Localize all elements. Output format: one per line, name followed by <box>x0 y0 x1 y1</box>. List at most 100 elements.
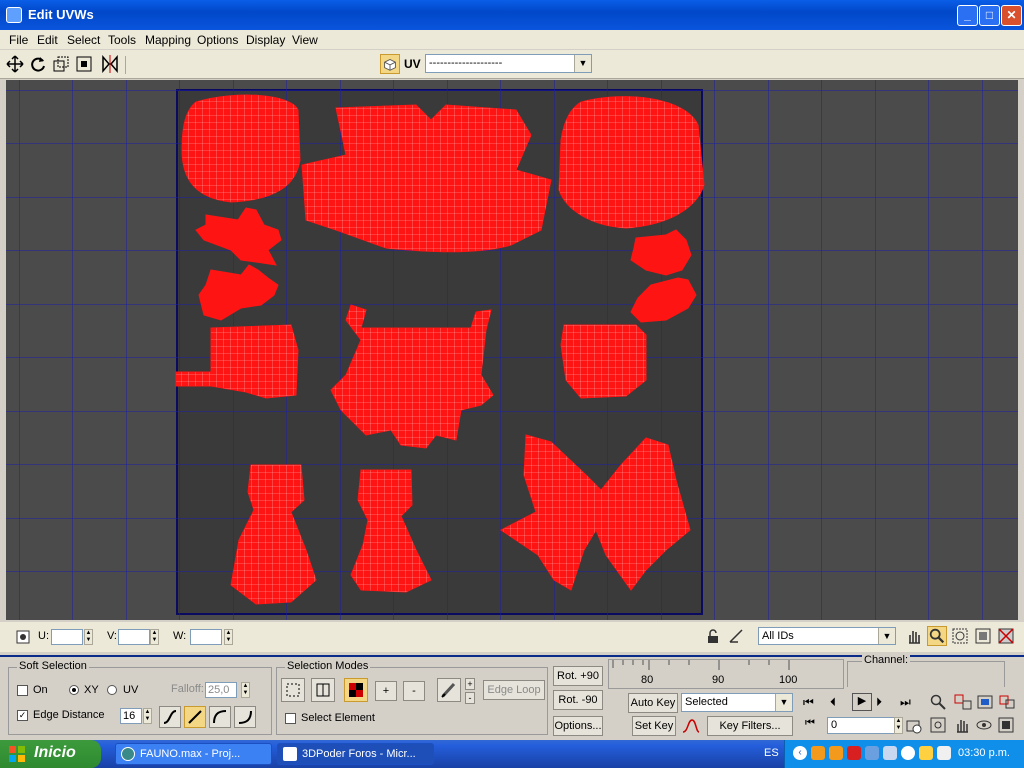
shrink-selection-button[interactable]: - <box>403 681 425 701</box>
task-3dpoder-foros[interactable]: 3DPoder Foros - Micr... <box>277 743 434 765</box>
soft-selection-on-checkbox[interactable] <box>17 685 28 696</box>
minimize-button[interactable]: _ <box>957 5 978 26</box>
grow-selection-button[interactable]: + <box>375 681 397 701</box>
u-input[interactable] <box>51 629 83 645</box>
timeline-ruler[interactable]: 80 90 100 <box>608 659 844 689</box>
lock-icon[interactable] <box>705 628 721 644</box>
zoom-viewport-icon[interactable] <box>930 694 946 710</box>
zoom-region-viewport-icon[interactable] <box>930 717 946 733</box>
brush-size-plus[interactable]: + <box>465 678 475 690</box>
time-config-icon[interactable] <box>906 718 922 734</box>
pan-hand-icon[interactable] <box>905 627 923 645</box>
zoom-extents-all-icon[interactable] <box>976 694 994 710</box>
key-mode-toggle-icon[interactable]: ⏮ <box>805 717 815 730</box>
tray-app-2-icon[interactable] <box>829 746 843 760</box>
paint-select-button[interactable] <box>437 678 461 702</box>
maximize-button[interactable]: □ <box>979 5 1000 26</box>
set-key-button[interactable]: Set Key <box>632 716 676 736</box>
pan-view-icon[interactable] <box>954 717 970 733</box>
uv-radio[interactable] <box>107 685 117 695</box>
edge-loop-button[interactable]: Edge Loop <box>483 680 545 700</box>
menu-options[interactable]: Options <box>197 33 238 47</box>
task-fauno-max[interactable]: FAUNO.max - Proj... <box>115 743 272 765</box>
ids-dropdown[interactable]: All IDs ▼ <box>758 627 896 645</box>
current-frame-input[interactable]: 0 <box>827 717 895 734</box>
start-button[interactable]: Inicio <box>0 740 101 768</box>
u-spinner[interactable]: ▲ ▼ <box>84 629 93 645</box>
options-button[interactable]: Options... <box>553 716 603 736</box>
title-bar[interactable]: Edit UVWs _ □ ✕ <box>0 0 1024 30</box>
menu-file[interactable]: File <box>9 33 28 47</box>
tray-shield-icon[interactable] <box>847 746 861 760</box>
falloff-input[interactable]: 25,0 <box>205 682 237 698</box>
falloff-smooth-button[interactable] <box>159 706 181 728</box>
edge-distance-input[interactable]: 16 <box>120 708 142 724</box>
tray-monitor-icon[interactable] <box>883 746 897 760</box>
tray-app-1-icon[interactable] <box>811 746 825 760</box>
falloff-linear-button[interactable] <box>184 706 206 728</box>
menu-select[interactable]: Select <box>67 33 100 47</box>
menu-tools[interactable]: Tools <box>108 33 136 47</box>
chevron-down-icon[interactable]: ▼ <box>878 628 895 644</box>
frame-spinner[interactable]: ▲ ▼ <box>894 717 903 734</box>
next-frame-icon[interactable]: ⏵ <box>876 695 882 710</box>
face-mode-button[interactable] <box>344 678 368 702</box>
freeform-icon[interactable] <box>75 55 93 73</box>
maximize-viewport-icon[interactable] <box>998 717 1014 733</box>
edge-distance-checkbox[interactable]: ✓ <box>17 710 28 721</box>
tray-network-icon[interactable] <box>865 746 879 760</box>
menu-view[interactable]: View <box>292 33 318 47</box>
map-channel-dropdown[interactable]: -------------------- ▼ <box>425 54 592 73</box>
scale-icon[interactable] <box>52 55 70 73</box>
uv-viewport[interactable] <box>6 80 1018 620</box>
v-input[interactable] <box>118 629 150 645</box>
falloff-spinner[interactable]: ▲ ▼ <box>241 682 250 698</box>
move-icon[interactable] <box>6 55 24 73</box>
previous-frame-icon[interactable]: ⏴ <box>830 695 836 710</box>
menu-edit[interactable]: Edit <box>37 33 58 47</box>
menu-mapping[interactable]: Mapping <box>145 33 191 47</box>
zoom-icon[interactable] <box>927 626 947 646</box>
rotate-minus-90-button[interactable]: Rot. -90 <box>553 690 603 710</box>
clock[interactable]: 03:30 p.m. <box>958 747 1010 759</box>
tray-panda-icon[interactable] <box>901 746 915 760</box>
chevron-down-icon[interactable]: ▼ <box>574 55 591 72</box>
uv-canvas[interactable] <box>6 80 1018 620</box>
key-filters-button[interactable]: Key Filters... <box>707 716 793 736</box>
orbit-icon[interactable] <box>976 717 992 733</box>
w-spinner[interactable]: ▲ ▼ <box>224 629 233 645</box>
language-indicator[interactable]: ES <box>764 747 779 759</box>
go-to-end-icon[interactable]: ⏭ <box>900 695 911 710</box>
mirror-icon[interactable] <box>101 55 119 73</box>
xy-radio[interactable] <box>69 685 79 695</box>
key-curve-icon[interactable] <box>682 718 700 734</box>
zoom-extents-icon[interactable] <box>974 627 992 645</box>
go-to-start-icon[interactable]: ⏮ <box>803 695 814 710</box>
zoom-extents-selected-icon[interactable] <box>998 694 1016 710</box>
texture-toggle-icon[interactable] <box>997 627 1015 645</box>
lock-selection-icon[interactable] <box>16 630 30 644</box>
falloff-fast-out-button[interactable] <box>234 706 256 728</box>
rotate-icon[interactable] <box>29 55 47 73</box>
v-spinner[interactable]: ▲ ▼ <box>150 629 159 645</box>
key-mode-dropdown[interactable]: Selected ▼ <box>681 693 793 712</box>
edge-distance-spinner[interactable]: ▲ ▼ <box>143 708 152 724</box>
zoom-all-icon[interactable] <box>954 694 972 710</box>
tray-expand-icon[interactable]: ‹ <box>793 746 807 760</box>
rotate-plus-90-button[interactable]: Rot. +90 <box>553 666 603 686</box>
tray-volume-icon[interactable] <box>937 746 951 760</box>
edge-mode-button[interactable] <box>311 678 335 702</box>
w-input[interactable] <box>190 629 222 645</box>
brush-size-minus[interactable]: - <box>465 692 475 704</box>
menu-display[interactable]: Display <box>246 33 285 47</box>
vertex-mode-button[interactable] <box>281 678 305 702</box>
checker-icon[interactable] <box>380 54 400 74</box>
snap-icon[interactable] <box>728 628 744 644</box>
falloff-slow-out-button[interactable] <box>209 706 231 728</box>
play-icon[interactable]: ▶ <box>852 693 872 711</box>
chevron-down-icon[interactable]: ▼ <box>775 694 792 711</box>
close-button[interactable]: ✕ <box>1001 5 1022 26</box>
select-element-checkbox[interactable] <box>285 713 296 724</box>
auto-key-button[interactable]: Auto Key <box>628 693 678 713</box>
zoom-region-icon[interactable] <box>951 627 969 645</box>
